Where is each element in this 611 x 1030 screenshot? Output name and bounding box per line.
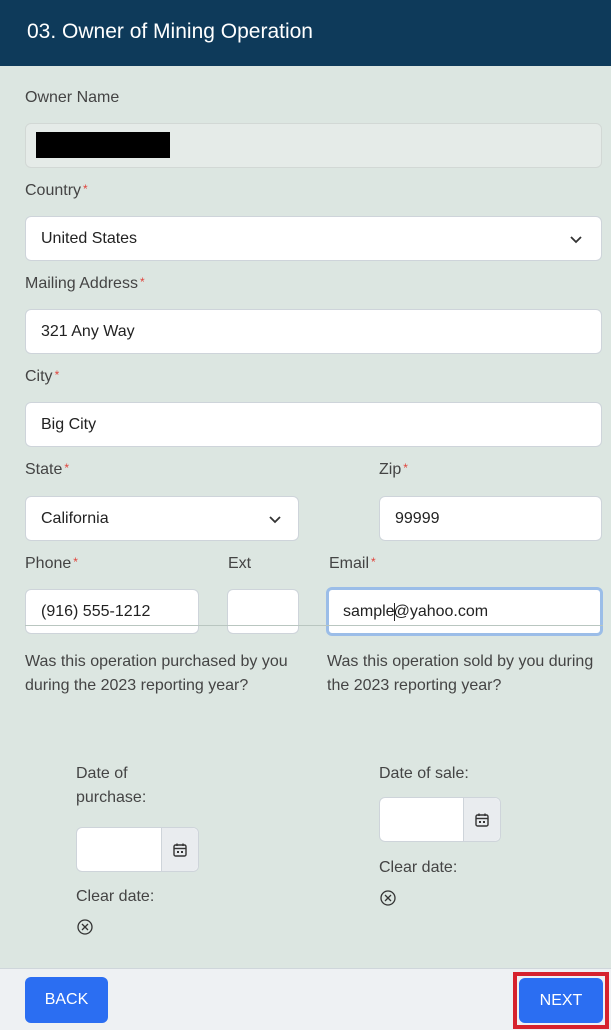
country-select[interactable]: United States	[25, 216, 602, 261]
mailing-address-value: 321 Any Way	[41, 322, 135, 340]
mailing-address-input[interactable]: 321 Any Way	[25, 309, 602, 354]
sold-question: Was this operation sold by you during th…	[327, 653, 594, 694]
email-label: Email *	[329, 555, 376, 572]
email-value: sample@yahoo.com	[343, 602, 489, 621]
purchase-clear-date-label: Clear date:	[76, 888, 155, 905]
owner-name-label: Owner Name	[25, 89, 120, 106]
purchased-question: Was this operation purchased by you duri…	[25, 653, 288, 694]
state-label: State *	[25, 461, 70, 478]
sale-date-label: Date of sale:	[379, 765, 469, 782]
zip-label: Zip *	[379, 461, 408, 478]
country-label: Country *	[25, 182, 88, 199]
city-value: Big City	[41, 415, 97, 433]
calendar-icon[interactable]	[463, 798, 500, 841]
country-value: United States	[41, 229, 138, 247]
next-button-highlight	[513, 972, 609, 1029]
sale-clear-date-label: Clear date:	[379, 859, 458, 876]
state-value: California	[41, 509, 109, 527]
zip-value: 99999	[395, 509, 440, 527]
clear-circle-x-icon[interactable]	[379, 889, 397, 907]
chevron-down-icon	[269, 516, 281, 524]
city-input[interactable]: Big City	[25, 402, 602, 447]
chevron-down-icon	[570, 236, 582, 244]
purchase-date-label: Date of purchase:	[76, 765, 147, 806]
state-select[interactable]: California	[25, 496, 299, 541]
phone-value: (916) 555-1212	[41, 602, 151, 620]
phone-input[interactable]: (916) 555-1212	[25, 589, 199, 634]
purchase-date-input[interactable]	[76, 827, 199, 872]
ext-label: Ext	[228, 555, 252, 572]
section-title: 03. Owner of Mining Operation	[27, 20, 313, 43]
phone-label: Phone *	[25, 555, 78, 572]
mailing-address-label: Mailing Address *	[25, 275, 145, 292]
clear-circle-x-icon[interactable]	[76, 918, 94, 936]
ext-input[interactable]	[227, 589, 299, 634]
redacted-owner-name	[36, 132, 170, 158]
email-input[interactable]: sample@yahoo.com	[326, 587, 603, 636]
section-header: 03. Owner of Mining Operation	[0, 0, 611, 66]
city-label: City *	[25, 368, 60, 385]
zip-input[interactable]: 99999	[379, 496, 602, 541]
back-button[interactable]: BACK	[25, 977, 108, 1023]
section-divider	[25, 625, 603, 626]
calendar-icon[interactable]	[161, 828, 198, 871]
sale-date-input[interactable]	[379, 797, 501, 842]
